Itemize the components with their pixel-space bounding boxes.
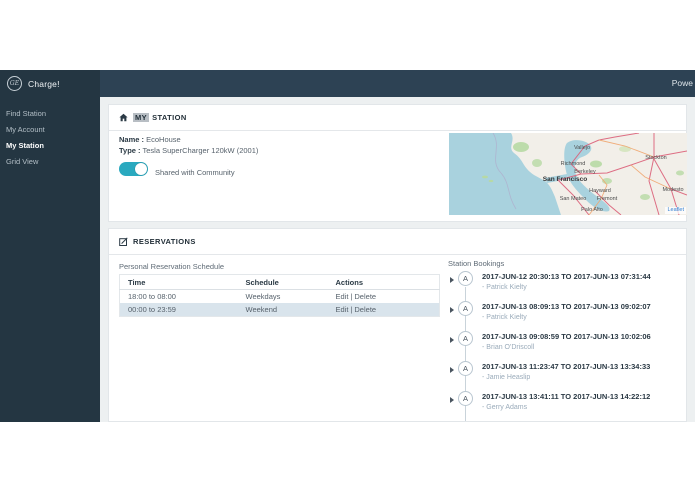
station-name-line: Name : EcoHouse bbox=[119, 135, 181, 144]
my-station-card: MY STATION Name : EcoHouse Type : Tesla … bbox=[108, 104, 687, 222]
booking-item: A 2017-JUN-13 09:08:59 TO 2017-JUN-13 10… bbox=[450, 331, 680, 359]
table-row: 00:00 to 23:59 Weekend Edit | Delete bbox=[119, 303, 440, 317]
map-city-label: San Mateo bbox=[560, 196, 587, 202]
shared-with-community-toggle[interactable] bbox=[119, 162, 148, 176]
expand-caret-icon[interactable] bbox=[450, 307, 454, 313]
expand-caret-icon[interactable] bbox=[450, 397, 454, 403]
column-header-actions: Actions bbox=[327, 274, 440, 290]
station-map[interactable]: Vallejo Richmond Berkeley Hayward San Ma… bbox=[449, 133, 687, 215]
expand-caret-icon[interactable] bbox=[450, 277, 454, 283]
delete-link[interactable]: Delete bbox=[354, 305, 376, 314]
sidebar: Find Station My Account My Station Grid … bbox=[0, 97, 100, 422]
map-city-label: Hayward bbox=[589, 188, 611, 194]
booking-item: A 2017-JUN-13 08:09:13 TO 2017-JUN-13 09… bbox=[450, 301, 680, 329]
booking-avatar: A bbox=[458, 391, 473, 406]
section-title: STATION bbox=[152, 113, 187, 122]
station-type-line: Type : Tesla SuperCharger 120kW (2001) bbox=[119, 146, 258, 155]
station-name-label: Name : bbox=[119, 135, 145, 144]
reservations-card: RESERVATIONS Personal Reservation Schedu… bbox=[108, 228, 687, 422]
booking-range: 2017-JUN-13 11:23:47 TO 2017-JUN-13 13:3… bbox=[482, 362, 651, 371]
ge-logo-icon: GE bbox=[7, 76, 22, 91]
map-canvas: Vallejo Richmond Berkeley Hayward San Ma… bbox=[449, 133, 687, 215]
expand-caret-icon[interactable] bbox=[450, 367, 454, 373]
top-bar: Powe bbox=[0, 70, 695, 97]
my-station-header: MY STATION bbox=[109, 105, 686, 131]
table-header-row: Time Schedule Actions bbox=[119, 274, 440, 290]
topbar-right-link[interactable]: Powe bbox=[672, 70, 695, 97]
booking-user: - Gerry Adams bbox=[482, 404, 528, 411]
app-title: Charge! bbox=[28, 78, 60, 89]
column-header-schedule: Schedule bbox=[237, 274, 328, 290]
main-content: MY STATION Name : EcoHouse Type : Tesla … bbox=[100, 97, 695, 422]
actions-separator: | bbox=[350, 292, 353, 301]
map-city-label: Palo Alto bbox=[581, 207, 603, 213]
booking-user: - Patrick Kielty bbox=[482, 314, 527, 321]
booking-range: 2017-JUN-13 09:08:59 TO 2017-JUN-13 10:0… bbox=[482, 332, 651, 341]
map-city-label: Modesto bbox=[662, 187, 683, 193]
leaflet-attribution-link[interactable]: Leaflet bbox=[665, 207, 686, 214]
map-city-label: Stockton bbox=[645, 155, 666, 161]
shared-toggle-label: Shared with Community bbox=[155, 168, 235, 177]
map-city-label: Fremont bbox=[597, 196, 618, 202]
cell-time: 00:00 to 23:59 bbox=[119, 303, 238, 317]
brand[interactable]: GE Charge! bbox=[0, 70, 100, 97]
booking-range: 2017-JUN-12 20:30:13 TO 2017-JUN-13 07:3… bbox=[482, 272, 651, 281]
sidebar-item-my-station[interactable]: My Station bbox=[0, 138, 100, 154]
section-title-highlight: MY bbox=[133, 113, 150, 122]
booking-item: A 2017-JUN-13 11:23:47 TO 2017-JUN-13 13… bbox=[450, 361, 680, 389]
cell-actions: Edit | Delete bbox=[328, 290, 440, 304]
booking-avatar: A bbox=[458, 361, 473, 376]
sidebar-item-find-station[interactable]: Find Station bbox=[0, 106, 100, 122]
edit-link[interactable]: Edit bbox=[336, 292, 349, 301]
map-city-label-san-francisco: San Francisco bbox=[543, 176, 587, 183]
station-type-label: Type : bbox=[119, 146, 141, 155]
station-type-value: Tesla SuperCharger 120kW (2001) bbox=[142, 146, 259, 155]
home-icon bbox=[119, 113, 128, 122]
booking-item: A 2017-JUN-12 20:30:13 TO 2017-JUN-13 07… bbox=[450, 271, 680, 299]
station-name-value: EcoHouse bbox=[146, 135, 181, 144]
booking-user: - Patrick Kielty bbox=[482, 284, 527, 291]
booking-range: 2017-JUN-13 08:09:13 TO 2017-JUN-13 09:0… bbox=[482, 302, 651, 311]
schedule-table-title: Personal Reservation Schedule bbox=[119, 262, 225, 271]
station-bookings-title: Station Bookings bbox=[448, 259, 505, 268]
reservation-schedule-table: Time Schedule Actions 18:00 to 08:00 Wee… bbox=[119, 274, 440, 317]
booking-user: - Brian O'Driscoll bbox=[482, 344, 535, 351]
edit-icon bbox=[119, 237, 128, 246]
booking-avatar: A bbox=[458, 301, 473, 316]
cell-schedule: Weekdays bbox=[245, 292, 281, 301]
booking-user: - Jamie Heaslip bbox=[482, 374, 531, 381]
cell-schedule: Weekend bbox=[237, 303, 328, 317]
actions-separator: | bbox=[350, 305, 353, 314]
edit-link[interactable]: Edit bbox=[336, 305, 349, 314]
booking-avatar: A bbox=[458, 271, 473, 286]
expand-caret-icon[interactable] bbox=[450, 337, 454, 343]
delete-link[interactable]: Delete bbox=[354, 292, 376, 301]
toggle-knob bbox=[135, 163, 147, 175]
cell-time: 18:00 to 08:00 bbox=[128, 292, 176, 301]
map-city-label: Richmond bbox=[561, 161, 586, 167]
column-header-time: Time bbox=[119, 274, 238, 290]
booking-avatar: A bbox=[458, 331, 473, 346]
booking-item: A 2017-JUN-13 13:41:11 TO 2017-JUN-13 14… bbox=[450, 391, 680, 419]
cell-actions: Edit | Delete bbox=[327, 303, 440, 317]
sidebar-item-my-account[interactable]: My Account bbox=[0, 122, 100, 138]
sidebar-item-grid-view[interactable]: Grid View bbox=[0, 154, 100, 170]
table-row: 18:00 to 08:00 Weekdays Edit | Delete bbox=[120, 290, 440, 304]
map-city-label: Vallejo bbox=[574, 145, 590, 151]
reservations-header: RESERVATIONS bbox=[109, 229, 686, 255]
map-city-label: Berkeley bbox=[574, 169, 596, 175]
reservations-title: RESERVATIONS bbox=[133, 237, 196, 246]
booking-range: 2017-JUN-13 13:41:11 TO 2017-JUN-13 14:2… bbox=[482, 392, 651, 401]
